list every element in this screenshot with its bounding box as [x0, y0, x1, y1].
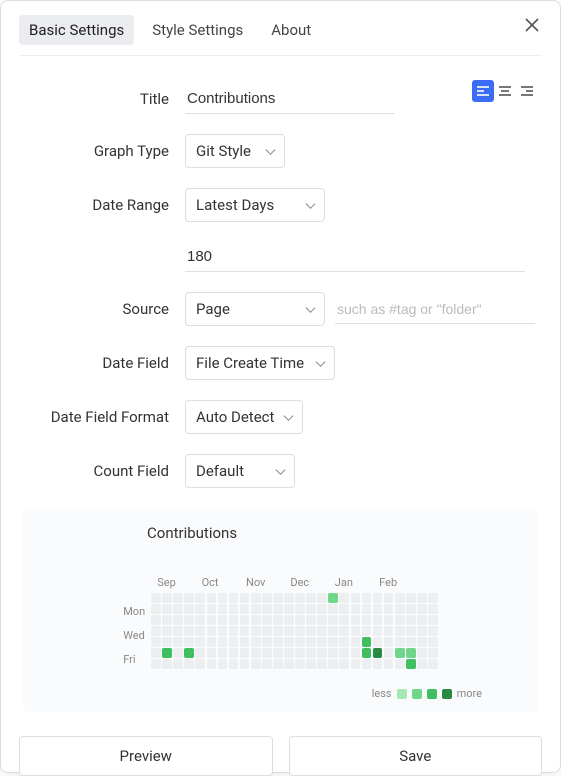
align-right-icon[interactable]	[516, 80, 538, 102]
label-graph-type: Graph Type	[23, 142, 185, 160]
form-basic-settings: Title Graph Type Git Style Date Range La…	[19, 84, 542, 712]
contribution-chart: Sep Oct Nov Dec Jan Feb Mon Wed Fri	[123, 576, 438, 677]
save-button[interactable]: Save	[289, 736, 543, 776]
preview-button[interactable]: Preview	[19, 736, 273, 776]
date-range-select[interactable]: Latest Days	[185, 188, 325, 222]
days-input[interactable]	[185, 242, 525, 272]
tab-style-settings[interactable]: Style Settings	[142, 15, 253, 45]
label-date-field-format: Date Field Format	[23, 408, 185, 426]
source-hint-input[interactable]	[335, 295, 535, 324]
title-align-group	[472, 80, 538, 102]
tab-about[interactable]: About	[261, 15, 321, 45]
heatmap-legend: less more	[41, 687, 482, 700]
label-source: Source	[23, 300, 185, 318]
source-select[interactable]: Page	[185, 292, 325, 326]
preview-card: Contributions Sep Oct Nov Dec Jan Feb Mo…	[23, 508, 538, 712]
date-field-select[interactable]: File Create Time	[185, 346, 335, 380]
month-labels: Sep Oct Nov Dec Jan Feb	[157, 576, 438, 589]
label-date-field: Date Field	[23, 354, 185, 372]
title-input[interactable]	[185, 84, 395, 114]
dialog-footer: Preview Save	[19, 736, 542, 776]
graph-type-select[interactable]: Git Style	[185, 134, 285, 168]
tabs: Basic Settings Style Settings About	[19, 15, 542, 56]
settings-dialog: Basic Settings Style Settings About Titl…	[0, 0, 561, 773]
close-icon[interactable]	[522, 15, 542, 35]
label-title: Title	[23, 90, 185, 108]
align-center-icon[interactable]	[494, 80, 516, 102]
align-left-icon[interactable]	[472, 80, 494, 102]
label-count-field: Count Field	[23, 462, 185, 480]
day-labels: Mon Wed Fri	[123, 593, 145, 677]
tab-basic-settings[interactable]: Basic Settings	[19, 15, 134, 45]
date-field-format-select[interactable]: Auto Detect	[185, 400, 303, 434]
count-field-select[interactable]: Default	[185, 454, 295, 488]
label-date-range: Date Range	[23, 196, 185, 214]
heatmap-grid	[151, 593, 438, 677]
preview-title: Contributions	[147, 524, 520, 542]
